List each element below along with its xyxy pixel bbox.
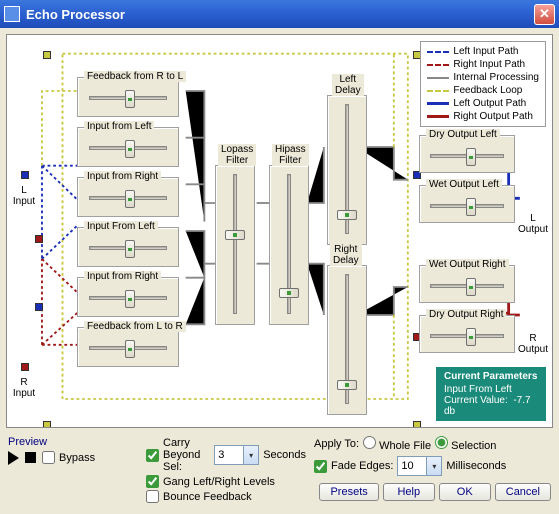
slider-lopass[interactable] [225,172,245,316]
box-dry-right: Dry Output Right [419,315,515,353]
slider-dry-left[interactable] [428,146,506,166]
slider-input-right-1[interactable] [87,188,169,208]
bypass-checkbox[interactable]: Bypass [42,451,95,464]
close-button[interactable]: ✕ [534,4,555,25]
node-cross-l [35,303,43,311]
preview-label: Preview [8,436,138,448]
presets-button[interactable]: Presets [319,483,378,501]
radio-selection[interactable]: Selection [435,436,496,452]
slider-dry-right[interactable] [428,326,506,346]
label-r-output: R Output [516,333,550,355]
node-r-input [21,363,29,371]
label-r-input: R Input [9,377,39,399]
box-feedback-l-to-r: Feedback from L to R [77,327,179,367]
box-wet-left: Wet Output Left [419,185,515,223]
help-button[interactable]: Help [383,483,435,501]
radio-whole-file[interactable]: Whole File [363,436,431,452]
node-l-input [21,171,29,179]
box-input-left-2: Input From Left [77,227,179,267]
carry-checkbox[interactable]: Carry Beyond Sel: ▾ Seconds [146,437,306,473]
node-cross-r [35,235,43,243]
box-right-delay: Right Delay [327,265,367,415]
slider-hipass[interactable] [279,172,299,316]
slider-wet-right[interactable] [428,276,506,296]
legend: Left Input Path Right Input Path Interna… [420,41,546,127]
slider-right-delay[interactable] [337,272,357,406]
fade-checkbox[interactable]: Fade Edges: ▾ Milliseconds [314,456,551,476]
box-left-delay: Left Delay [327,95,367,245]
slider-input-right-2[interactable] [87,288,169,308]
label-l-output: L Output [516,213,550,235]
node-fb-tl [43,51,51,59]
bounce-checkbox[interactable]: Bounce Feedback [146,490,306,503]
slider-feedback-r-to-l[interactable] [87,88,169,108]
diagram-panel: L Input R Input L Output R Output Feedba… [6,34,553,428]
slider-feedback-l-to-r[interactable] [87,338,169,358]
label-l-input: L Input [9,185,39,207]
window-title: Echo Processor [26,7,534,22]
play-button[interactable] [8,451,19,465]
titlebar: Echo Processor ✕ [0,0,559,28]
ok-button[interactable]: OK [439,483,491,501]
gang-checkbox[interactable]: Gang Left/Right Levels [146,475,306,488]
box-dry-left: Dry Output Left [419,135,515,173]
carry-spin[interactable]: ▾ [214,445,259,465]
slider-wet-left[interactable] [428,196,506,216]
slider-left-delay[interactable] [337,102,357,236]
box-input-left-1: Input from Left [77,127,179,167]
app-icon [4,6,20,22]
apply-to-label: Apply To: [314,438,359,450]
box-input-right-2: Input from Right [77,277,179,317]
slider-input-left-2[interactable] [87,238,169,258]
slider-input-left-1[interactable] [87,138,169,158]
node-fb-br [413,421,421,428]
current-parameters: Current Parameters Input From Left Curre… [436,367,546,421]
box-hipass: Hipass Filter [269,165,309,325]
box-feedback-r-to-l: Feedback from R to L [77,77,179,117]
cancel-button[interactable]: Cancel [495,483,551,501]
box-input-right-1: Input from Right [77,177,179,217]
bottom-controls: Preview Bypass Carry Beyond Sel: ▾ Secon… [6,432,553,508]
node-fb-bl [43,421,51,428]
fade-spin[interactable]: ▾ [397,456,442,476]
box-wet-right: Wet Output Right [419,265,515,303]
stop-button[interactable] [25,452,36,463]
box-lopass: Lopass Filter [215,165,255,325]
